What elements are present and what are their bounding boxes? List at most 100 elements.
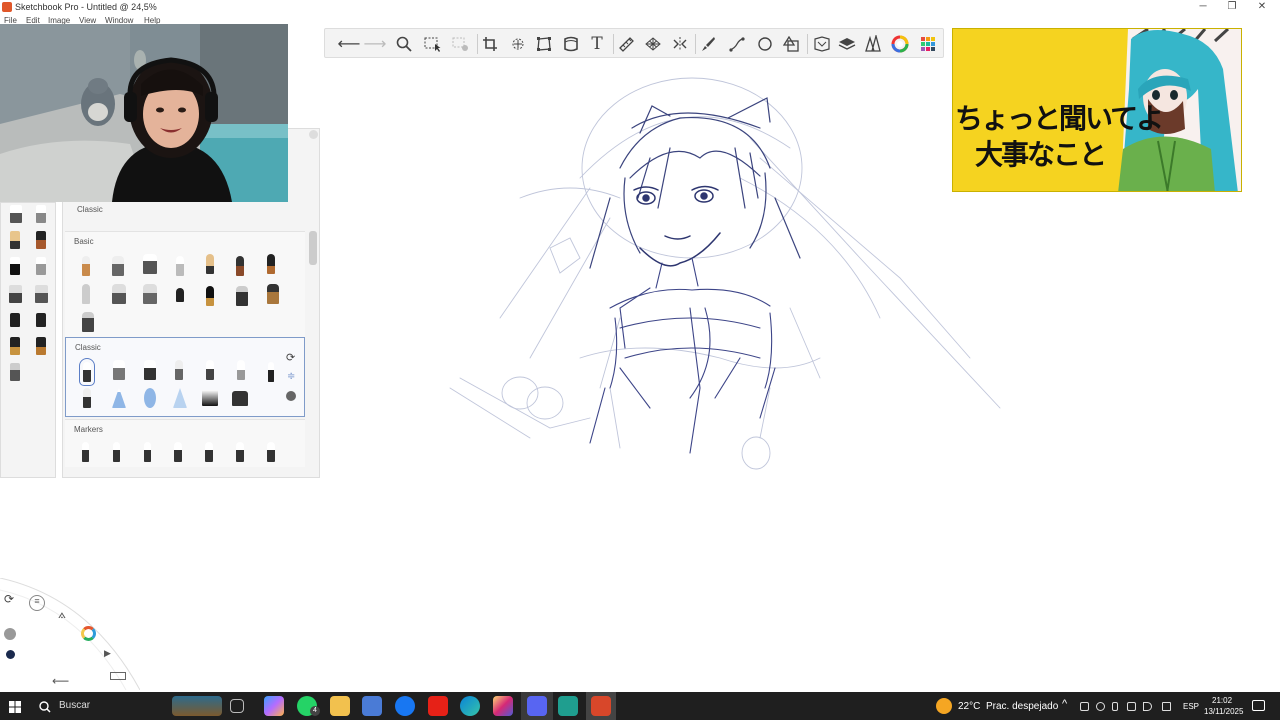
zoom-icon[interactable] — [392, 32, 416, 56]
redo-icon[interactable]: ⟶ — [363, 32, 387, 56]
chisel-brush[interactable] — [206, 286, 214, 306]
minimize-icon[interactable]: ─ — [1188, 1, 1218, 15]
lagoon-color-icon[interactable] — [4, 628, 16, 640]
marker-brush-2[interactable] — [113, 442, 120, 462]
palette-brush[interactable] — [36, 231, 46, 249]
refresh-icon[interactable]: ⟳ — [286, 351, 295, 364]
palette-brush[interactable] — [10, 257, 20, 275]
palette-brush[interactable] — [10, 337, 20, 355]
classic-water-brush[interactable] — [112, 388, 126, 408]
palette-brush[interactable] — [35, 285, 48, 303]
classic-ballpoint-brush[interactable] — [113, 360, 125, 380]
drawing-canvas[interactable] — [320, 58, 1280, 690]
display-icon[interactable] — [1127, 702, 1136, 711]
classic-paint-brush[interactable] — [206, 360, 214, 380]
file-explorer-icon[interactable] — [330, 696, 350, 716]
color-palette-icon[interactable] — [916, 32, 940, 56]
restore-icon[interactable]: ❐ — [1217, 1, 1247, 15]
palette-brush[interactable] — [36, 257, 46, 275]
color-wheel-icon[interactable] — [888, 32, 912, 56]
palette-brush[interactable] — [10, 313, 20, 327]
lasso-select-icon[interactable] — [449, 32, 473, 56]
classic-gradient-brush[interactable] — [202, 390, 218, 406]
inking-brush[interactable] — [143, 254, 157, 274]
marker-brush-5[interactable] — [205, 442, 213, 462]
lagoon-refresh-icon[interactable]: ⟳ — [4, 592, 14, 606]
tray-app-icon[interactable] — [1080, 702, 1089, 711]
copic-library-icon[interactable] — [810, 32, 834, 56]
split-icon[interactable]: ≑ — [287, 371, 295, 382]
distort-icon[interactable] — [532, 32, 556, 56]
marker-brush[interactable] — [236, 256, 244, 276]
lagoon-undo-icon[interactable]: ⟵ — [52, 674, 69, 688]
sharpen-brush[interactable] — [236, 286, 248, 306]
instagram-icon[interactable] — [493, 696, 513, 716]
clock-time[interactable]: 21:02 — [1212, 696, 1232, 705]
classic-fine-pen-brush[interactable] — [268, 362, 274, 382]
marker-brush-6[interactable] — [236, 442, 244, 462]
microphone-icon[interactable] — [1112, 702, 1118, 711]
microsoft-store-icon[interactable] — [362, 696, 382, 716]
weather-temp[interactable]: 22°C — [958, 701, 980, 712]
weather-icon[interactable] — [936, 698, 952, 714]
perspective-icon[interactable] — [559, 32, 583, 56]
search-highlight-image[interactable] — [172, 696, 222, 716]
undo-icon[interactable]: ⟵ — [337, 32, 361, 56]
volume-icon[interactable] — [1143, 702, 1152, 711]
classic-pen-brush[interactable] — [83, 388, 91, 408]
marker-brush-3[interactable] — [144, 442, 151, 462]
brush-library-icon[interactable] — [862, 32, 886, 56]
hard-eraser-brush[interactable] — [176, 288, 184, 302]
panel-close-icon[interactable] — [309, 130, 318, 139]
close-icon[interactable]: ✕ — [1247, 1, 1277, 15]
lagoon-pointer-icon[interactable]: ▶ — [104, 648, 111, 659]
marker-brush-7[interactable] — [267, 442, 275, 462]
layers-icon[interactable] — [835, 32, 859, 56]
select-icon[interactable] — [421, 32, 445, 56]
perspective-guide-icon[interactable] — [641, 32, 665, 56]
ruler-icon[interactable] — [614, 32, 638, 56]
airbrush-brush[interactable] — [176, 256, 184, 276]
palette-brush[interactable] — [36, 337, 46, 355]
edge-icon[interactable] — [460, 696, 480, 716]
task-view-icon[interactable] — [230, 699, 244, 713]
palette-brush[interactable] — [9, 285, 22, 303]
text-icon[interactable]: T — [585, 32, 609, 56]
felt-pen-brush[interactable] — [267, 254, 275, 274]
classic-blend-brush[interactable] — [173, 388, 187, 408]
symmetry-icon[interactable] — [668, 32, 692, 56]
copilot-icon[interactable] — [264, 696, 284, 716]
ellipse-icon[interactable] — [753, 32, 777, 56]
clock-date[interactable]: 13/11/2025 — [1204, 707, 1243, 716]
transform-icon[interactable] — [506, 32, 530, 56]
sketchbook-icon[interactable] — [591, 696, 611, 716]
texture-brush[interactable] — [267, 284, 279, 304]
lagoon-color-wheel-icon[interactable] — [81, 626, 96, 641]
search-icon[interactable] — [39, 700, 51, 718]
options-icon[interactable] — [286, 391, 296, 401]
paint-brush[interactable] — [206, 254, 214, 274]
classic-pencil-brush[interactable] — [79, 358, 95, 386]
palette-brush[interactable] — [10, 363, 20, 381]
discord-icon[interactable] — [527, 696, 547, 716]
tray-security-icon[interactable] — [1096, 702, 1105, 711]
palette-brush[interactable] — [10, 205, 22, 223]
shape-icon[interactable] — [779, 32, 803, 56]
brush-library-scrollbar[interactable] — [309, 231, 317, 265]
eraser-brush[interactable] — [82, 284, 90, 304]
taskbar-search-input[interactable]: Buscar — [59, 700, 90, 711]
marker-brush-1[interactable] — [82, 442, 89, 462]
marker-brush-4[interactable] — [174, 442, 182, 462]
classic-inking-brush[interactable] — [144, 360, 156, 380]
pencil-brush[interactable] — [82, 256, 90, 276]
classic-marker-brush[interactable] — [175, 360, 183, 380]
palette-brush[interactable] — [10, 231, 20, 249]
language-indicator[interactable]: ESP — [1183, 702, 1199, 711]
lagoon-brush-icon[interactable]: ⟑ — [58, 606, 66, 622]
windows-start-icon[interactable] — [9, 700, 21, 713]
brush-icon[interactable] — [696, 32, 720, 56]
classic-flat-brush[interactable] — [232, 391, 248, 406]
show-hidden-icons-icon[interactable]: ^ — [1062, 698, 1067, 710]
app-icon[interactable] — [558, 696, 578, 716]
classic-drop-brush[interactable] — [144, 388, 156, 408]
